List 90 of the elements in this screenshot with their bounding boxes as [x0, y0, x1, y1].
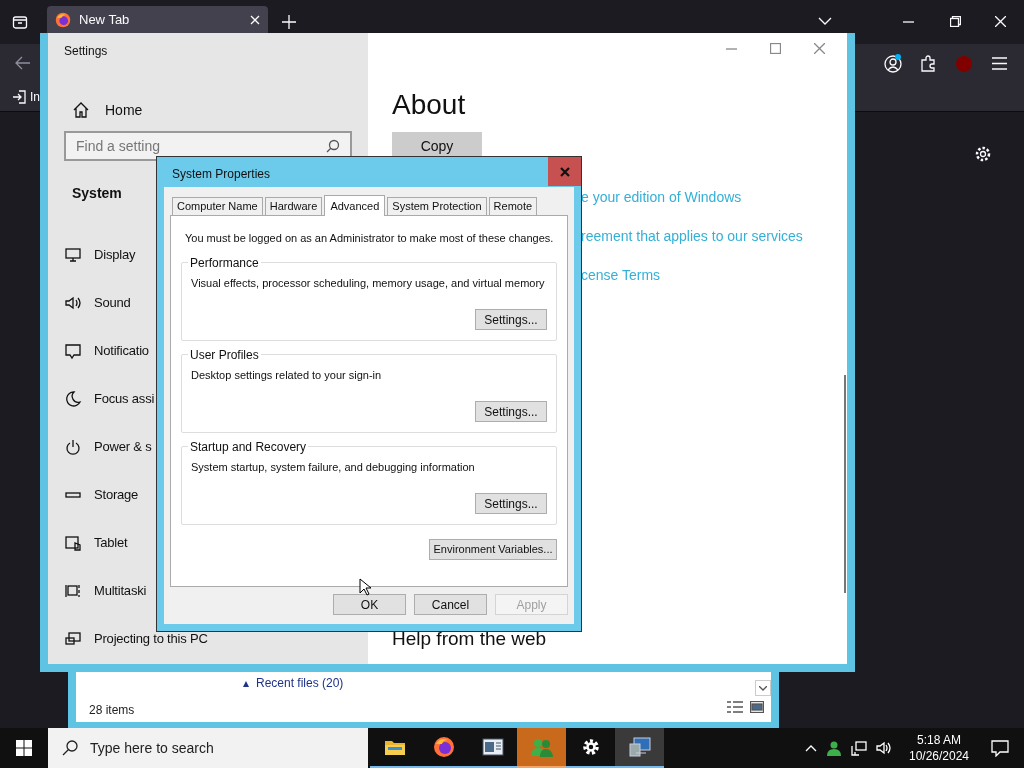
speech-bubble-icon	[64, 342, 82, 360]
windows-logo-icon	[16, 740, 32, 756]
window-title: Settings	[64, 43, 109, 60]
notifications-icon	[991, 739, 1009, 757]
computer-icon	[627, 736, 652, 758]
tab-list-icon	[12, 14, 28, 30]
speaker-icon	[64, 294, 82, 312]
dialog-tab[interactable]: Remote	[488, 197, 538, 215]
search-field[interactable]: Find a setting	[64, 131, 352, 161]
restore-icon	[950, 16, 961, 27]
gear-icon	[580, 737, 601, 757]
nav-item[interactable]: Power & s	[94, 437, 152, 457]
new-tab-icon	[282, 15, 296, 29]
chevron-down-icon	[759, 685, 767, 691]
search-placeholder: Type here to search	[90, 738, 214, 758]
details-view-icon	[727, 701, 743, 713]
dialog-button[interactable]: Cancel	[414, 594, 487, 615]
settings-button[interactable]: Settings...	[475, 401, 547, 422]
clock-date[interactable]: 10/26/2024	[908, 748, 970, 764]
environment-variables-button[interactable]: Environment Variables...	[429, 538, 557, 560]
notice-text: You must be logged on as an Administrator to make most of these changes.	[184, 231, 555, 246]
volume-icon	[876, 741, 892, 755]
nav-item[interactable]: Multitaski	[94, 581, 147, 601]
close-icon	[814, 43, 825, 54]
tab-title: New Tab	[79, 10, 131, 29]
taskbar-app[interactable]	[615, 728, 664, 768]
home-icon	[72, 101, 90, 119]
chevron-up-icon	[805, 744, 817, 752]
dialog-title: System Properties	[172, 166, 271, 183]
moon-icon	[64, 390, 82, 408]
people-icon	[528, 736, 555, 758]
close-icon	[559, 166, 570, 177]
minimize-icon	[726, 47, 737, 50]
multitasking-icon	[64, 582, 82, 600]
search-placeholder: Find a setting	[76, 136, 161, 156]
nav-item[interactable]: Notificatio	[94, 341, 149, 361]
dialog-tab[interactable]: Advanced	[324, 195, 386, 216]
group-header-label[interactable]: Recent files (20)	[256, 676, 344, 690]
home-link[interactable]: Home	[105, 99, 143, 121]
firefox-icon	[55, 11, 71, 28]
monitor-icon	[64, 246, 82, 264]
taskbar-search-field[interactable]: Type here to search	[48, 728, 368, 768]
dialog-button[interactable]: OK	[333, 594, 406, 615]
projecting-icon	[64, 630, 82, 648]
settings-button[interactable]: Settings...	[475, 493, 547, 514]
account-icon	[884, 55, 902, 73]
nav-item[interactable]: Display	[94, 245, 136, 265]
folder-icon	[383, 738, 406, 756]
page-heading: About	[392, 88, 467, 122]
menu-icon	[992, 57, 1007, 70]
group-description: System startup, system failure, and debugging information	[191, 459, 476, 475]
nav-item[interactable]: Focus assi	[94, 389, 155, 409]
dialog-tab[interactable]: Hardware	[264, 197, 323, 215]
group-description: Visual effects, processor scheduling, memory usage, and virtual memory	[191, 275, 546, 291]
firefox-icon	[432, 736, 455, 758]
search-icon	[326, 139, 340, 153]
network-icon	[851, 740, 867, 756]
import-bookmarks-label[interactable]: In	[30, 91, 40, 103]
close-icon	[995, 16, 1006, 27]
nav-item[interactable]: Tablet	[94, 533, 128, 553]
close-button[interactable]	[548, 157, 581, 186]
section-title: System	[71, 184, 123, 203]
nav-item[interactable]: Sound	[94, 293, 131, 313]
tiles-view-icon	[750, 701, 764, 713]
import-icon	[12, 90, 26, 104]
group-description: Desktop settings related to your sign-in	[191, 367, 383, 383]
close-icon	[250, 14, 260, 25]
dialog-tab[interactable]: Computer Name	[172, 197, 263, 215]
people-icon	[826, 740, 842, 756]
settings-icon	[974, 145, 992, 163]
status-text: 28 items	[89, 702, 135, 719]
section-heading: Help from the web	[392, 627, 548, 651]
power-icon	[64, 438, 82, 456]
chevron-down-icon	[818, 17, 832, 26]
scroll-down-button[interactable]	[755, 680, 771, 696]
nav-item[interactable]: Projecting to this PC	[94, 629, 208, 649]
nav-item[interactable]: Storage	[94, 485, 139, 505]
group-header[interactable]: ▴	[243, 676, 249, 690]
document-window-icon	[481, 737, 504, 757]
maximize-icon	[770, 43, 781, 54]
dialog-tab[interactable]: System Protection	[387, 197, 487, 215]
minimize-icon	[903, 21, 914, 23]
settings-button[interactable]: Settings...	[475, 309, 547, 330]
back-arrow-icon	[15, 56, 31, 70]
tablet-icon	[64, 534, 82, 552]
scrollbar[interactable]	[844, 375, 846, 593]
clock-time[interactable]: 5:18 AM	[917, 732, 961, 748]
browser-tab[interactable]: New Tab	[47, 6, 268, 33]
search-icon	[62, 740, 78, 756]
extensions-icon	[920, 55, 937, 72]
